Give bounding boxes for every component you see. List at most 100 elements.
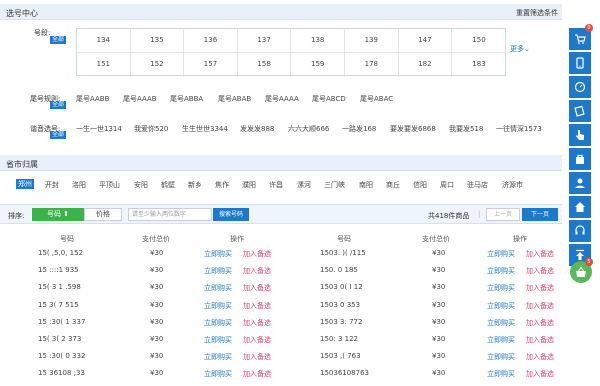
pointer-button[interactable] — [569, 124, 591, 146]
tail-rule-option[interactable]: 尾号ABCD — [312, 94, 346, 104]
reset-filters-link[interactable]: 重置筛选条件 — [516, 8, 558, 18]
segment-option[interactable]: 183 — [452, 53, 506, 77]
city-option[interactable]: 开封 — [45, 180, 59, 190]
buy-now-link[interactable]: 立即购买 — [487, 352, 515, 362]
segment-option[interactable]: 178 — [345, 52, 399, 77]
segment-option[interactable]: 158 — [238, 52, 292, 77]
buy-now-link[interactable]: 立即购买 — [487, 318, 515, 328]
city-option[interactable]: 济源市 — [502, 180, 523, 190]
city-option[interactable]: 商丘 — [386, 180, 400, 190]
theme-option[interactable]: 一生一世1314 — [76, 124, 122, 134]
segment-option[interactable]: 150 — [452, 29, 506, 53]
city-option[interactable]: 新乡 — [188, 180, 202, 190]
tail-rule-all-badge[interactable]: 全部 — [50, 101, 67, 109]
buy-now-link[interactable]: 立即购买 — [204, 301, 232, 311]
theme-all-badge[interactable]: 全部 — [50, 131, 67, 139]
segment-option[interactable]: 138 — [291, 29, 345, 53]
add-to-shortlist-link[interactable]: 加入备选 — [243, 266, 271, 276]
add-to-shortlist-link[interactable]: 加入备选 — [243, 249, 271, 259]
city-option[interactable]: 信阳 — [413, 180, 427, 190]
segment-option[interactable]: 147 — [398, 29, 453, 53]
add-to-shortlist-link[interactable]: 加入备选 — [526, 301, 554, 311]
user-button[interactable] — [569, 172, 591, 194]
segment-option[interactable]: 136 — [184, 29, 238, 53]
buy-now-link[interactable]: 立即购买 — [204, 352, 232, 362]
city-option[interactable]: 平顶山 — [99, 180, 120, 190]
add-to-shortlist-link[interactable]: 加入备选 — [243, 283, 271, 293]
city-option[interactable]: 安阳 — [134, 180, 148, 190]
segment-option[interactable]: 137 — [237, 29, 292, 53]
gift-button[interactable] — [569, 148, 591, 170]
segment-option[interactable]: 157 — [184, 52, 238, 77]
buy-now-link[interactable]: 立即购买 — [487, 335, 515, 345]
add-to-shortlist-link[interactable]: 加入备选 — [526, 283, 554, 293]
segment-option[interactable]: 135 — [130, 29, 185, 53]
segment-option[interactable]: 182 — [399, 52, 453, 77]
add-to-shortlist-link[interactable]: 加入备选 — [526, 335, 554, 345]
theme-option[interactable]: 六六大顺666 — [288, 124, 329, 134]
floating-cart-button[interactable]: 5 — [570, 258, 593, 283]
buy-now-link[interactable]: 立即购买 — [204, 318, 232, 328]
buy-now-link[interactable]: 立即购买 — [204, 266, 232, 276]
mobile-button[interactable] — [569, 52, 591, 74]
tail-rule-option[interactable]: 尾号AAAB — [123, 94, 157, 104]
buy-now-link[interactable]: 立即购买 — [487, 249, 515, 259]
segment-option[interactable]: 152 — [131, 52, 185, 77]
card-button[interactable] — [569, 100, 591, 122]
add-to-shortlist-link[interactable]: 加入备选 — [243, 352, 271, 362]
city-option[interactable]: 许昌 — [269, 180, 283, 190]
add-to-shortlist-link[interactable]: 加入备选 — [243, 301, 271, 311]
theme-option[interactable]: 要发要发6868 — [390, 124, 436, 134]
theme-option[interactable]: 我爱你520 — [134, 124, 168, 134]
next-page-button[interactable]: 下一页 — [522, 208, 558, 221]
add-to-shortlist-link[interactable]: 加入备选 — [526, 369, 554, 379]
city-option[interactable]: 南阳 — [359, 180, 373, 190]
buy-now-link[interactable]: 立即购买 — [204, 283, 232, 293]
cart-button[interactable]: 0 — [569, 24, 593, 50]
sort-by-number-button[interactable]: 号码 ⬆ — [32, 208, 84, 221]
city-option-active[interactable]: 郑州 — [16, 179, 34, 189]
more-segments-link[interactable]: 更多⌄ — [510, 44, 530, 54]
tail-rule-option[interactable]: 尾号ABAB — [218, 94, 251, 104]
theme-option[interactable]: 发发发888 — [240, 124, 274, 134]
theme-option[interactable]: 我要发518 — [449, 124, 483, 134]
buy-now-link[interactable]: 立即购买 — [204, 335, 232, 345]
add-to-shortlist-link[interactable]: 加入备选 — [243, 369, 271, 379]
add-to-shortlist-link[interactable]: 加入备选 — [526, 318, 554, 328]
add-to-shortlist-link[interactable]: 加入备选 — [243, 318, 271, 328]
theme-option[interactable]: 一往情深1573 — [496, 124, 542, 134]
add-to-shortlist-link[interactable]: 加入备选 — [526, 266, 554, 276]
city-option[interactable]: 驻马店 — [467, 180, 488, 190]
support-button[interactable] — [569, 220, 591, 242]
buy-now-link[interactable]: 立即购买 — [204, 369, 232, 379]
search-number-button[interactable]: 搜索号码 — [213, 208, 249, 221]
buy-now-link[interactable]: 立即购买 — [487, 266, 515, 276]
buy-now-link[interactable]: 立即购买 — [487, 283, 515, 293]
city-option[interactable]: 洛阳 — [72, 180, 86, 190]
segment-option[interactable]: 134 — [77, 29, 131, 53]
sort-by-price-button[interactable]: 价格 — [84, 208, 122, 221]
tail-rule-option[interactable]: 尾号ABAC — [360, 94, 393, 104]
city-option[interactable]: 漯河 — [297, 180, 311, 190]
home-button[interactable] — [569, 196, 591, 218]
city-option[interactable]: 濮阳 — [242, 180, 256, 190]
service-button[interactable] — [569, 76, 591, 98]
segment-option[interactable]: 159 — [291, 52, 345, 77]
add-to-shortlist-link[interactable]: 加入备选 — [243, 335, 271, 345]
tail-rule-option[interactable]: 尾号AAAA — [265, 94, 299, 104]
city-option[interactable]: 鹤壁 — [161, 180, 175, 190]
tail-rule-option[interactable]: 尾号ABBA — [170, 94, 203, 104]
number-segment-all-badge[interactable]: 全部 — [50, 36, 67, 44]
buy-now-link[interactable]: 立即购买 — [487, 301, 515, 311]
theme-option[interactable]: 生生世世3344 — [182, 124, 228, 134]
add-to-shortlist-link[interactable]: 加入备选 — [526, 352, 554, 362]
segment-option[interactable]: 151 — [77, 52, 131, 77]
buy-now-link[interactable]: 立即购买 — [204, 249, 232, 259]
tail-rule-option[interactable]: 尾号AABB — [76, 94, 109, 104]
theme-option[interactable]: 一路发168 — [342, 124, 376, 134]
city-option[interactable]: 焦作 — [215, 180, 229, 190]
prev-page-button[interactable]: 上一页 — [486, 208, 520, 221]
add-to-shortlist-link[interactable]: 加入备选 — [526, 249, 554, 259]
number-search-input[interactable]: 请至少输入两位数字 — [128, 208, 212, 221]
buy-now-link[interactable]: 立即购买 — [487, 369, 515, 379]
